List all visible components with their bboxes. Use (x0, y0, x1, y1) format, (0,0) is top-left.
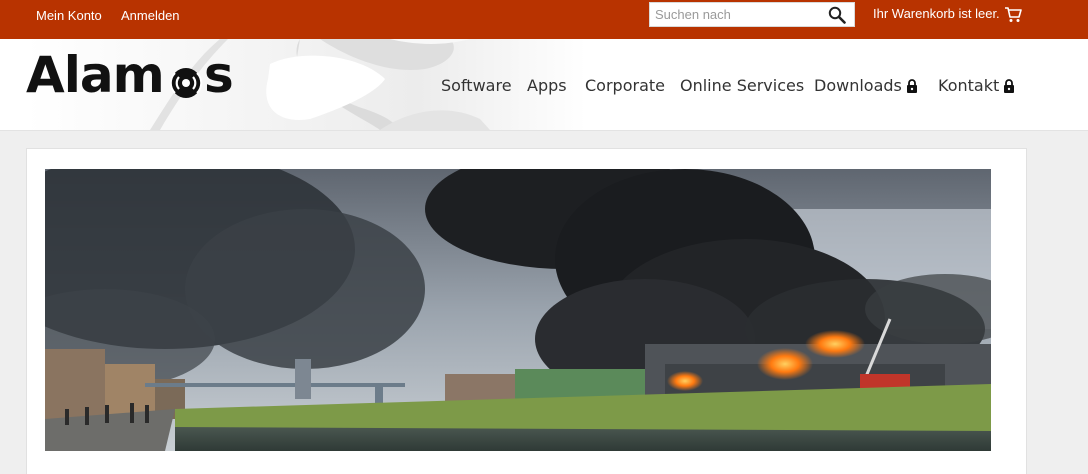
top-bar: Mein Konto Anmelden Ihr Warenkorb ist le… (0, 0, 1088, 39)
alamos-logo[interactable]: Alam s (26, 45, 236, 105)
nav-online-services[interactable]: Online Services (680, 76, 804, 95)
logo-text: Alam (26, 46, 165, 104)
login-link[interactable]: Anmelden (121, 8, 180, 23)
search-box (649, 2, 855, 27)
cart-icon[interactable] (1004, 6, 1022, 23)
nav-software[interactable]: Software (441, 76, 512, 95)
lock-icon (1004, 79, 1015, 93)
hero-fire-image (45, 169, 991, 451)
site-header: Alam s Software Apps Corporate Online Se… (0, 39, 1088, 131)
nav-kontakt-label: Kontakt (938, 76, 1000, 95)
signal-icon (169, 68, 203, 98)
nav-kontakt[interactable]: Kontakt (938, 76, 1015, 95)
content-panel (26, 148, 1027, 474)
nav-downloads-label: Downloads (814, 76, 902, 95)
lock-icon (906, 79, 917, 93)
nav-downloads[interactable]: Downloads (814, 76, 918, 95)
logo-text-tail: s (204, 46, 234, 104)
search-input[interactable] (650, 3, 820, 26)
nav-apps[interactable]: Apps (527, 76, 567, 95)
nav-corporate[interactable]: Corporate (585, 76, 665, 95)
my-account-link[interactable]: Mein Konto (36, 8, 102, 23)
search-icon[interactable] (828, 6, 846, 24)
cart-status[interactable]: Ihr Warenkorb ist leer. (873, 6, 1000, 21)
